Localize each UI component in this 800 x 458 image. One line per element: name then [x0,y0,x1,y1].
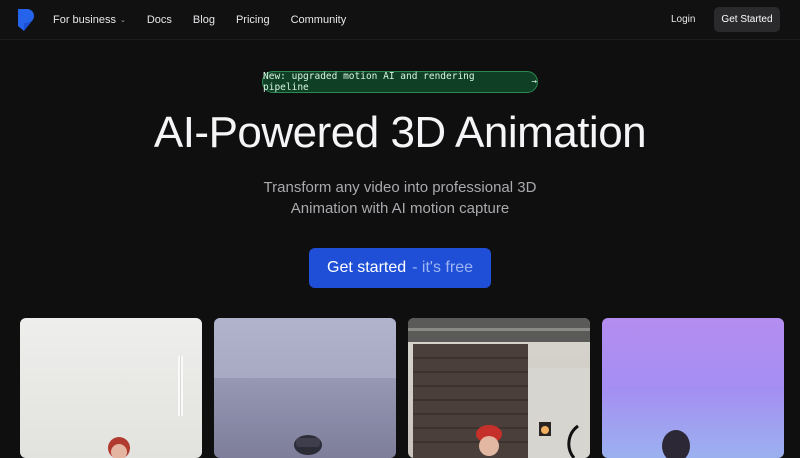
hero-title: AI-Powered 3D Animation [153,108,647,157]
nav-pricing-label: Pricing [235,14,270,26]
announcement-pill[interactable]: New: upgraded motion AI and rendering pi… [262,71,538,93]
hero-subtitle-line1: Transform any video into professional 3D [263,179,537,196]
get-started-nav-button[interactable]: Get Started [714,7,780,32]
hero-subtitle-line2: Animation with AI motion capture [290,200,510,217]
get-started-hero-button[interactable]: Get started - it's free [309,248,491,288]
nav-community[interactable]: Community [291,14,347,26]
nav-links: For business ⌄ Docs Blog Pricing Communi… [53,0,367,40]
demo-video-card-1[interactable] [20,318,202,458]
nav-for-business[interactable]: For business ⌄ [53,14,126,26]
brand-logo-icon[interactable] [18,9,34,31]
demo-video-thumbnail-1 [108,356,183,458]
nav-for-business-label: For business [53,14,116,26]
arrow-right-icon: → [531,77,537,87]
nav-community-label: Community [290,14,347,26]
demo-video-card-3[interactable] [408,318,590,458]
nav-blog[interactable]: Blog [193,14,215,26]
demo-video-thumbnail-4 [662,430,690,458]
nav-docs-label: Docs [146,14,172,26]
nav-pricing[interactable]: Pricing [236,14,270,26]
nav-blog-label: Blog [192,14,215,26]
hero-cta-label: Get started [327,259,407,276]
demo-video-thumbnail-3 [408,318,590,458]
demo-video-card-2[interactable] [214,318,396,458]
hero-cta-free-label: - it's free [412,259,473,276]
login-link[interactable]: Login [671,14,695,25]
chevron-down-icon: ⌄ [119,17,126,24]
nav-docs[interactable]: Docs [147,14,172,26]
top-nav: For business ⌄ Docs Blog Pricing Communi… [0,0,800,40]
announcement-text: New: upgraded motion AI and rendering pi… [263,71,475,93]
demo-video-card-4[interactable] [602,318,784,458]
demo-video-thumbnail-2 [214,318,396,455]
hero-subtitle: Transform any video into professional 3D… [240,177,560,219]
